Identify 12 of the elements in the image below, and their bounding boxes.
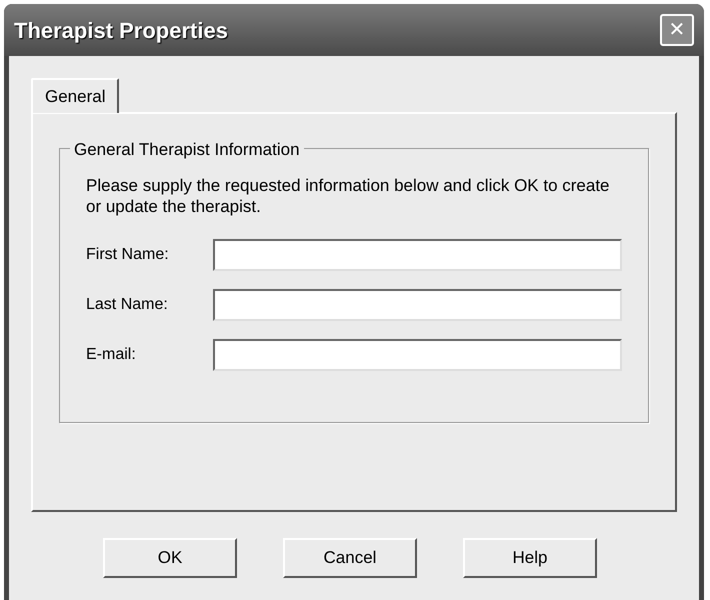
field-label: Last Name: xyxy=(86,295,169,315)
window-title: Therapist Properties xyxy=(14,16,228,45)
dialog-button[interactable]: OK xyxy=(103,538,237,578)
input-field[interactable] xyxy=(212,239,622,271)
input-field[interactable] xyxy=(212,289,622,321)
field-label: E-mail: xyxy=(86,345,137,365)
dialog-button[interactable]: Help xyxy=(463,538,597,578)
tab[interactable]: General xyxy=(31,78,120,113)
input-field[interactable] xyxy=(212,339,622,371)
instructions-text: Please supply the requested information below and click OK to create or update the therapist. xyxy=(86,175,611,217)
dialog-button[interactable]: Cancel xyxy=(283,538,417,578)
field-label: First Name: xyxy=(86,245,170,265)
